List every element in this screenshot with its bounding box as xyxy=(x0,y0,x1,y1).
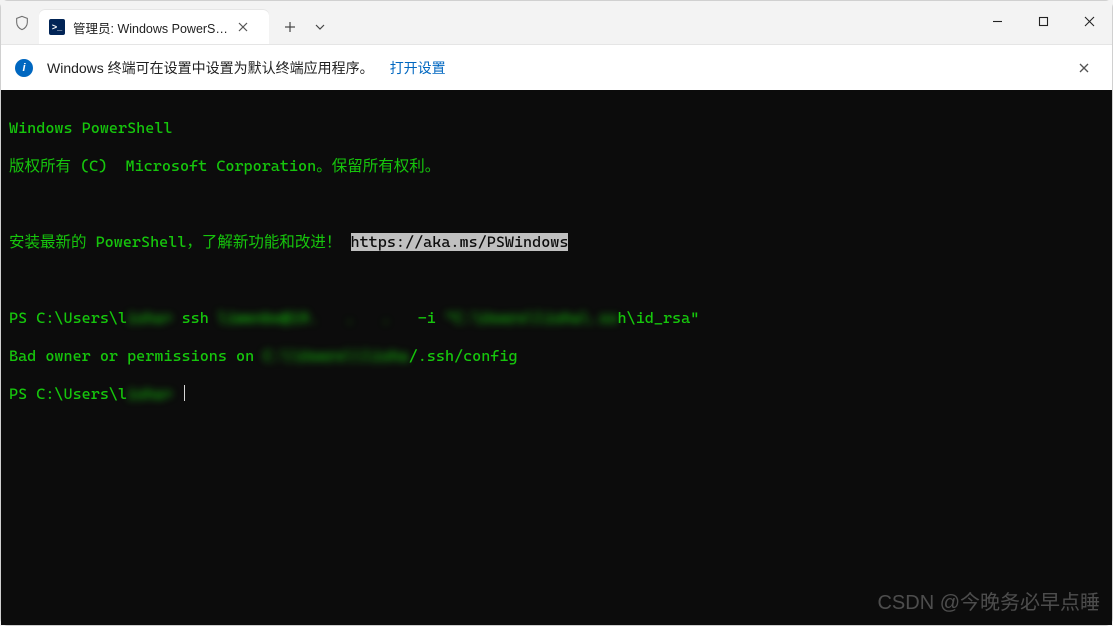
info-icon: i xyxy=(15,59,33,77)
watermark: CSDN @今晚务必早点睡 xyxy=(877,594,1100,613)
terminal-pane[interactable]: Windows PowerShell 版权所有 (C) Microsoft Co… xyxy=(1,90,1112,625)
tab-active[interactable]: >_ 管理员: Windows PowerShell xyxy=(39,10,269,44)
terminal-link[interactable]: https://aka.ms/PSWindows xyxy=(351,233,569,251)
terminal-line xyxy=(9,195,1104,214)
tab-title: 管理员: Windows PowerShell xyxy=(73,18,233,37)
terminal-line xyxy=(9,271,1104,290)
terminal-line: Windows PowerShell xyxy=(9,119,1104,138)
info-bar: i Windows 终端可在设置中设置为默认终端应用程序。 打开设置 xyxy=(1,44,1112,90)
dismiss-info-button[interactable] xyxy=(1070,54,1098,82)
minimize-button[interactable] xyxy=(974,1,1020,41)
new-tab-button[interactable] xyxy=(273,13,307,41)
info-message: Windows 终端可在设置中设置为默认终端应用程序。 xyxy=(47,58,374,78)
terminal-cursor xyxy=(184,385,185,401)
terminal-line: PS C:\Users\lisha> ssh liwenbo@19. . . -… xyxy=(9,309,1104,328)
window-controls xyxy=(974,1,1112,41)
powershell-icon: >_ xyxy=(49,19,65,35)
terminal-line: 安装最新的 PowerShell，了解新功能和改进！ https://aka.m… xyxy=(9,233,1104,252)
new-tab-dropdown[interactable] xyxy=(307,13,333,41)
terminal-line: PS C:\Users\lisha> xyxy=(9,385,1104,404)
open-settings-link[interactable]: 打开设置 xyxy=(390,58,446,78)
maximize-button[interactable] xyxy=(1020,1,1066,41)
shield-icon xyxy=(11,12,33,34)
terminal-line: 版权所有 (C) Microsoft Corporation。保留所有权利。 xyxy=(9,157,1104,176)
tab-close-button[interactable] xyxy=(233,17,253,37)
close-window-button[interactable] xyxy=(1066,1,1112,41)
titlebar: >_ 管理员: Windows PowerShell xyxy=(1,1,1112,44)
terminal-line: Bad owner or permissions on C:\\Users\\l… xyxy=(9,347,1104,366)
